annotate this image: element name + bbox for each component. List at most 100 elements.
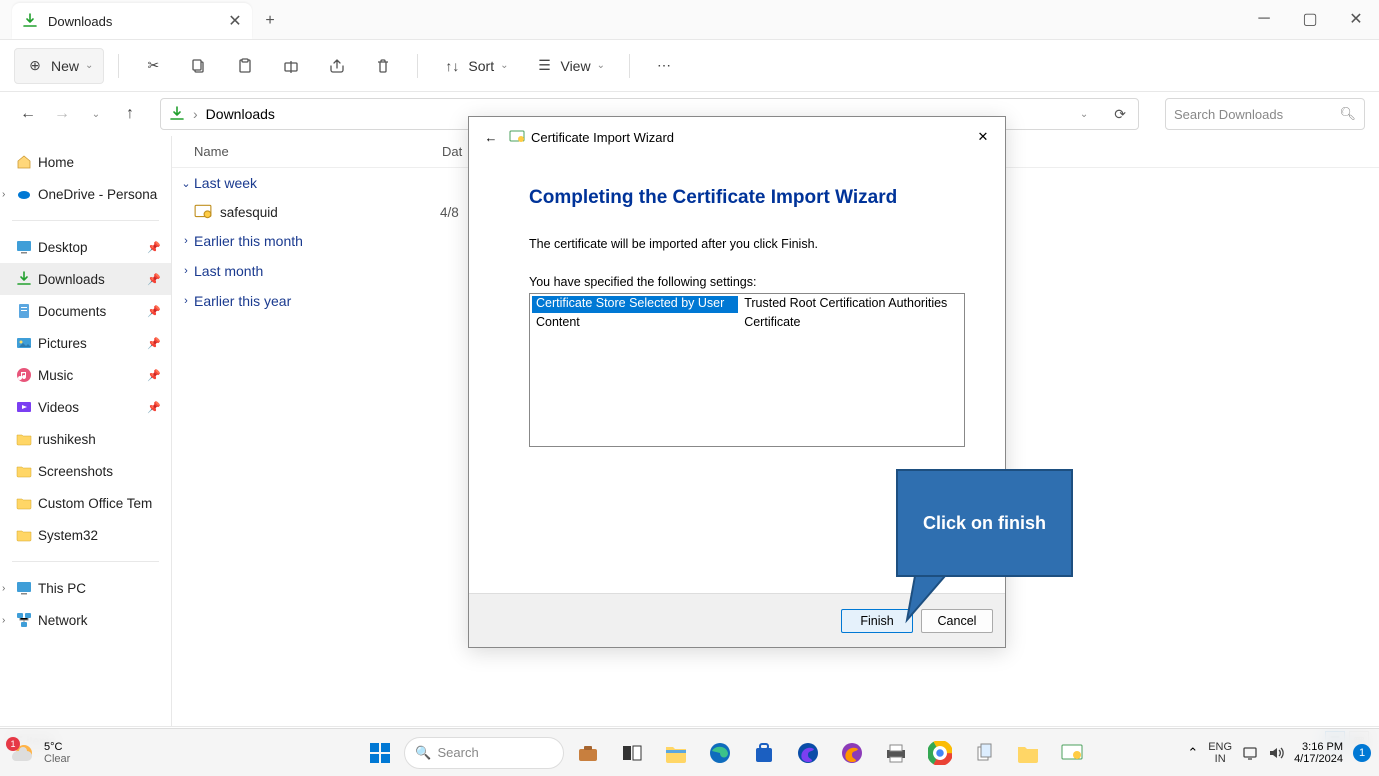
dialog-close-button[interactable]: ✕ xyxy=(971,125,995,149)
taskbar-center: 🔍 Search xyxy=(360,733,1092,773)
table-row[interactable]: Certificate Store Selected by User Trust… xyxy=(532,296,962,313)
maximize-button[interactable]: ▢ xyxy=(1287,0,1333,39)
tray-chevron-icon[interactable]: ⌃ xyxy=(1187,745,1198,761)
search-input[interactable]: Search Downloads 🔍︎ xyxy=(1165,98,1365,130)
sidebar-item-pictures[interactable]: Pictures 📌 xyxy=(0,327,171,359)
chevron-down-icon: ⌄ xyxy=(178,177,194,190)
taskbar-app-explorer[interactable] xyxy=(656,733,696,773)
new-button[interactable]: ⊕ New ⌄ xyxy=(14,48,104,84)
paste-button[interactable] xyxy=(225,48,265,84)
date: 4/17/2024 xyxy=(1294,753,1343,765)
taskbar-app-chrome[interactable] xyxy=(920,733,960,773)
sidebar-item-videos[interactable]: Videos 📌 xyxy=(0,391,171,423)
taskbar-app-taskview[interactable] xyxy=(612,733,652,773)
separator xyxy=(417,54,418,78)
taskbar-app-store[interactable] xyxy=(744,733,784,773)
notification-badge[interactable]: 1 xyxy=(1353,744,1371,762)
delete-button[interactable] xyxy=(363,48,403,84)
certificate-icon xyxy=(509,129,525,145)
group-label: Earlier this year xyxy=(194,293,291,309)
table-row[interactable]: Content Certificate xyxy=(532,315,962,332)
sidebar-item-system32[interactable]: System32 xyxy=(0,519,171,551)
forward-button[interactable]: → xyxy=(48,100,76,128)
download-icon xyxy=(16,271,32,287)
lang-secondary: IN xyxy=(1208,753,1232,765)
home-icon xyxy=(16,154,32,170)
paste-icon xyxy=(235,56,255,76)
taskbar-app-copy[interactable] xyxy=(964,733,1004,773)
label: Home xyxy=(38,155,74,170)
instruction-callout: Click on finish xyxy=(896,469,1073,577)
folder-icon xyxy=(16,463,32,479)
sidebar-item-screenshots[interactable]: Screenshots xyxy=(0,455,171,487)
minimize-button[interactable]: ─ xyxy=(1241,0,1287,39)
label: Desktop xyxy=(38,240,88,255)
cut-button[interactable]: ✂ xyxy=(133,48,173,84)
file-name: safesquid xyxy=(220,205,440,220)
sidebar-item-music[interactable]: Music 📌 xyxy=(0,359,171,391)
pin-icon: 📌 xyxy=(147,401,161,414)
new-tab-button[interactable]: + xyxy=(252,3,288,39)
group-label: Last week xyxy=(194,175,257,191)
taskbar-app-briefcase[interactable] xyxy=(568,733,608,773)
sidebar-item-custom-office[interactable]: Custom Office Tem xyxy=(0,487,171,519)
dialog-back-button[interactable]: ← xyxy=(479,125,503,149)
sidebar-item-onedrive[interactable]: › OneDrive - Persona xyxy=(0,178,171,210)
weather-badge: 1 xyxy=(6,737,20,751)
download-icon xyxy=(169,106,185,122)
sidebar-item-downloads[interactable]: Downloads 📌 xyxy=(0,263,171,295)
share-button[interactable] xyxy=(317,48,357,84)
taskbar-app-edge[interactable] xyxy=(700,733,740,773)
taskbar-app-firefox[interactable] xyxy=(832,733,872,773)
expand-icon[interactable]: › xyxy=(2,189,5,200)
chevron-down-icon: ⌄ xyxy=(85,60,93,71)
view-button[interactable]: ☰ View ⌄ xyxy=(524,48,614,84)
tab-close-icon[interactable]: ✕ xyxy=(228,14,242,28)
expand-icon[interactable]: › xyxy=(2,615,5,626)
certificate-icon xyxy=(194,203,212,221)
rename-button[interactable] xyxy=(271,48,311,84)
recent-button[interactable]: ⌄ xyxy=(82,100,110,128)
sidebar-item-home[interactable]: Home xyxy=(0,146,171,178)
more-button[interactable]: ⋯ xyxy=(644,48,684,84)
tab-downloads[interactable]: Downloads ✕ xyxy=(12,3,252,39)
label: OneDrive - Persona xyxy=(38,187,157,202)
path-segment[interactable]: Downloads xyxy=(206,106,275,122)
copy-button[interactable] xyxy=(179,48,219,84)
separator xyxy=(12,561,159,562)
column-name[interactable]: Name xyxy=(194,144,442,159)
setting-key: Content xyxy=(532,315,738,332)
sort-button[interactable]: ↑↓ Sort ⌄ xyxy=(432,48,518,84)
taskbar-app-certmgr[interactable] xyxy=(1052,733,1092,773)
taskbar-app-firefox-nightly[interactable] xyxy=(788,733,828,773)
label: Custom Office Tem xyxy=(38,496,152,511)
plus-icon: ⊕ xyxy=(25,56,45,76)
search-placeholder: Search Downloads xyxy=(1174,107,1283,122)
clock[interactable]: 3:16 PM 4/17/2024 xyxy=(1294,741,1343,765)
weather-widget[interactable]: 1 5°C Clear xyxy=(8,739,70,767)
volume-icon[interactable] xyxy=(1268,745,1284,761)
sidebar-item-desktop[interactable]: Desktop 📌 xyxy=(0,231,171,263)
expand-icon[interactable]: › xyxy=(2,583,5,594)
sidebar-item-this-pc[interactable]: › This PC xyxy=(0,572,171,604)
taskbar-app-folder[interactable] xyxy=(1008,733,1048,773)
taskbar-search[interactable]: 🔍 Search xyxy=(404,737,564,769)
up-button[interactable]: ↑ xyxy=(116,100,144,128)
chevron-down-icon[interactable]: ⌄ xyxy=(1080,109,1088,120)
sidebar-item-documents[interactable]: Documents 📌 xyxy=(0,295,171,327)
back-button[interactable]: ← xyxy=(14,100,42,128)
sort-label: Sort xyxy=(468,58,494,74)
refresh-icon[interactable]: ⟳ xyxy=(1114,106,1126,123)
network-icon[interactable] xyxy=(1242,745,1258,761)
new-label: New xyxy=(51,58,79,74)
time: 3:16 PM xyxy=(1294,741,1343,753)
sidebar-item-rushikesh[interactable]: rushikesh xyxy=(0,423,171,455)
start-button[interactable] xyxy=(360,733,400,773)
taskbar-app-printer[interactable] xyxy=(876,733,916,773)
sidebar-item-network[interactable]: › Network xyxy=(0,604,171,636)
group-label: Earlier this month xyxy=(194,233,303,249)
language-indicator[interactable]: ENG IN xyxy=(1208,741,1232,765)
pictures-icon xyxy=(16,335,32,351)
sidebar[interactable]: Home › OneDrive - Persona Desktop 📌 Down… xyxy=(0,136,172,726)
close-button[interactable]: ✕ xyxy=(1333,0,1379,39)
